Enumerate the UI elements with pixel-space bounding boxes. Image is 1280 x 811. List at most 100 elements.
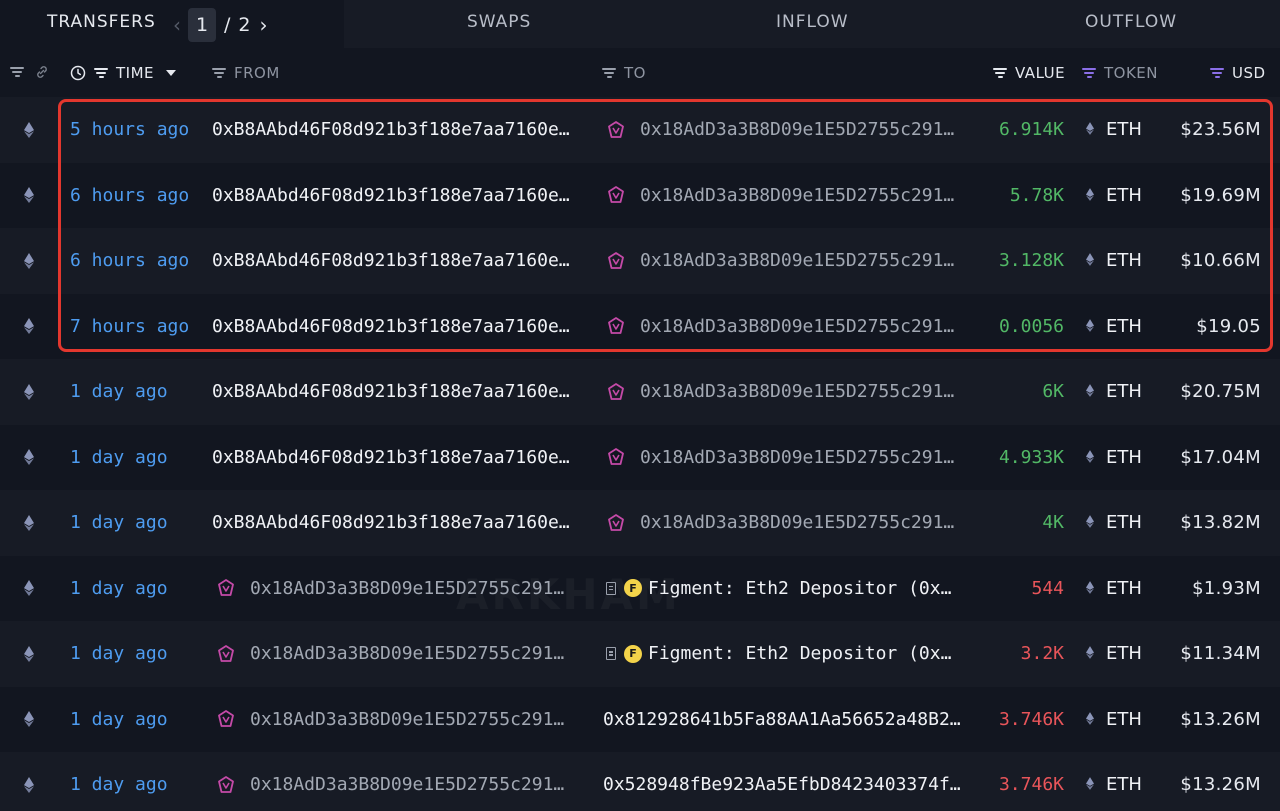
page-current: 1 <box>188 8 216 42</box>
table-row[interactable]: 1 day ago 0x18AdD3a3B8D09e1E5D2755c291… F F… <box>0 556 1280 622</box>
filter-icon <box>993 68 1007 78</box>
from-address[interactable]: 0xB8AAbd46F08d921b3f188e7aa7160e… <box>212 425 587 491</box>
column-token[interactable]: TOKEN <box>1082 64 1158 82</box>
link-icon <box>37 66 47 78</box>
arkham-entity-icon <box>216 578 236 598</box>
arkham-entity-icon <box>216 709 236 729</box>
transfer-value: 5.78K <box>1009 184 1064 206</box>
arkham-entity-icon <box>216 644 236 664</box>
from-address[interactable]: 0xB8AAbd46F08d921b3f188e7aa7160e… <box>212 359 587 425</box>
ethereum-icon <box>24 556 38 622</box>
from-address-text: 0x18AdD3a3B8D09e1E5D2755c291… <box>250 643 565 665</box>
column-to[interactable]: TO <box>602 64 646 82</box>
time-link[interactable]: 1 day ago <box>70 752 168 811</box>
usd-value: $11.34M <box>1180 643 1261 665</box>
from-address[interactable]: 0xB8AAbd46F08d921b3f188e7aa7160e… <box>212 163 587 229</box>
time-link[interactable]: 1 day ago <box>70 425 168 491</box>
from-address[interactable]: 0xB8AAbd46F08d921b3f188e7aa7160e… <box>212 490 587 556</box>
arkham-entity-icon <box>606 382 626 402</box>
column-value[interactable]: VALUE <box>993 64 1065 82</box>
tab-inflow[interactable]: INFLOW <box>776 12 849 32</box>
time-link[interactable]: 6 hours ago <box>70 163 189 229</box>
column-usd-label: USD <box>1232 64 1266 82</box>
time-link[interactable]: 7 hours ago <box>70 294 189 360</box>
table-row[interactable]: 1 day ago 0xB8AAbd46F08d921b3f188e7aa7160… <box>0 490 1280 556</box>
transfer-value: 544 <box>1031 577 1064 599</box>
time-link[interactable]: 1 day ago <box>70 687 168 753</box>
tab-outflow[interactable]: OUTFLOW <box>1085 12 1177 32</box>
ethereum-icon <box>1086 250 1094 271</box>
column-time[interactable]: TIME <box>70 64 177 82</box>
ethereum-icon <box>1086 447 1094 468</box>
transfer-value: 4K <box>1042 512 1064 534</box>
time-link[interactable]: 5 hours ago <box>70 97 189 163</box>
table-row[interactable]: 1 day ago 0xB8AAbd46F08d921b3f188e7aa7160… <box>0 359 1280 425</box>
from-address-text: 0xB8AAbd46F08d921b3f188e7aa7160e… <box>212 315 570 337</box>
ethereum-icon <box>24 97 38 163</box>
ethereum-icon <box>1086 578 1094 599</box>
table-row[interactable]: 6 hours ago 0xB8AAbd46F08d921b3f188e7aa71… <box>0 228 1280 294</box>
ethereum-icon <box>24 687 38 753</box>
filter-icon <box>10 67 24 77</box>
ethereum-icon <box>1086 643 1094 664</box>
arkham-entity-icon <box>606 316 626 336</box>
sort-desc-icon <box>166 70 177 76</box>
from-address[interactable]: 0xB8AAbd46F08d921b3f188e7aa7160e… <box>212 228 587 294</box>
from-address-text: 0x18AdD3a3B8D09e1E5D2755c291… <box>250 577 565 599</box>
ethereum-icon <box>24 228 38 294</box>
transfer-value: 3.746K <box>998 708 1064 730</box>
time-link[interactable]: 1 day ago <box>70 359 168 425</box>
column-from[interactable]: FROM <box>212 64 280 82</box>
table-row[interactable]: 1 day ago 0x18AdD3a3B8D09e1E5D2755c291… 0x… <box>0 687 1280 753</box>
usd-value: $1.93M <box>1192 577 1261 599</box>
chevron-right-icon[interactable]: › <box>253 13 275 37</box>
ethereum-icon <box>1086 512 1094 533</box>
ethereum-icon <box>24 490 38 556</box>
usd-value: $10.66M <box>1180 250 1261 272</box>
filter-chain-button[interactable] <box>10 64 50 80</box>
chevron-left-icon[interactable]: ‹ <box>166 13 188 37</box>
ethereum-icon <box>24 621 38 687</box>
column-token-label: TOKEN <box>1104 64 1159 82</box>
table-row[interactable]: 1 day ago 0x18AdD3a3B8D09e1E5D2755c291… 0x… <box>0 752 1280 811</box>
time-link[interactable]: 1 day ago <box>70 490 168 556</box>
page-separator: / <box>224 14 231 36</box>
from-address[interactable]: 0xB8AAbd46F08d921b3f188e7aa7160e… <box>212 97 587 163</box>
arkham-entity-icon <box>606 513 626 533</box>
from-address[interactable]: 0xB8AAbd46F08d921b3f188e7aa7160e… <box>212 294 587 360</box>
column-usd[interactable]: USD <box>1210 64 1266 82</box>
from-address-text: 0xB8AAbd46F08d921b3f188e7aa7160e… <box>212 512 570 534</box>
usd-value: $13.26M <box>1180 774 1261 796</box>
table-row[interactable]: 6 hours ago 0xB8AAbd46F08d921b3f188e7aa71… <box>0 163 1280 229</box>
tab-transfers[interactable]: TRANSFERS ‹ 1 / 2 › <box>0 0 344 48</box>
arkham-entity-icon <box>606 447 626 467</box>
tab-bar: TRANSFERS ‹ 1 / 2 › SWAPS INFLOW OUTFLOW <box>0 0 1280 48</box>
from-address[interactable]: 0x18AdD3a3B8D09e1E5D2755c291… <box>216 556 591 622</box>
time-link[interactable]: 1 day ago <box>70 556 168 622</box>
figment-logo-icon: F <box>624 644 642 663</box>
ethereum-icon <box>24 163 38 229</box>
arkham-entity-icon <box>216 775 236 795</box>
contract-icon <box>606 647 616 661</box>
table-row[interactable]: 1 day ago 0x18AdD3a3B8D09e1E5D2755c291… F F… <box>0 621 1280 687</box>
tab-swaps[interactable]: SWAPS <box>467 12 531 32</box>
ethereum-icon <box>24 752 38 811</box>
from-address[interactable]: 0x18AdD3a3B8D09e1E5D2755c291… <box>216 752 591 811</box>
time-link[interactable]: 6 hours ago <box>70 228 189 294</box>
table-row[interactable]: 1 day ago 0xB8AAbd46F08d921b3f188e7aa7160… <box>0 425 1280 491</box>
usd-value: $19.69M <box>1180 184 1261 206</box>
table-row[interactable]: 7 hours ago 0xB8AAbd46F08d921b3f188e7aa71… <box>0 294 1280 360</box>
pagination: ‹ 1 / 2 › <box>166 8 275 42</box>
from-address[interactable]: 0x18AdD3a3B8D09e1E5D2755c291… <box>216 687 591 753</box>
time-link[interactable]: 1 day ago <box>70 621 168 687</box>
ethereum-icon <box>1086 316 1094 337</box>
ethereum-icon <box>1086 381 1094 402</box>
table-row[interactable]: 5 hours ago 0xB8AAbd46F08d921b3f188e7aa71… <box>0 97 1280 163</box>
usd-value: $19.05 <box>1196 315 1261 337</box>
usd-value: $13.26M <box>1180 708 1261 730</box>
from-address[interactable]: 0x18AdD3a3B8D09e1E5D2755c291… <box>216 621 591 687</box>
filter-icon <box>602 68 616 78</box>
filter-icon <box>94 68 108 78</box>
from-address-text: 0xB8AAbd46F08d921b3f188e7aa7160e… <box>212 119 570 141</box>
filter-icon <box>212 68 226 78</box>
